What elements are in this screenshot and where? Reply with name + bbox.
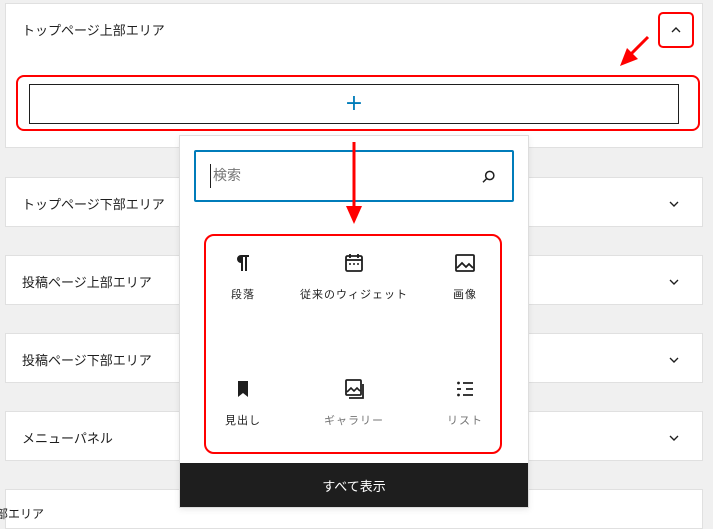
chevron-up-icon xyxy=(671,27,681,33)
panel-title: トップページ下部エリア xyxy=(22,198,165,213)
calendar-widget-icon xyxy=(342,251,366,275)
panel-title: メニューパネル xyxy=(22,432,113,447)
add-block-button[interactable]: + xyxy=(29,84,679,124)
block-list[interactable]: リスト xyxy=(410,377,520,431)
widget-area-panel-top-upper: トップページ上部エリア + xyxy=(5,3,703,148)
panel-title: トップページ上部エリア xyxy=(22,24,165,39)
bookmark-heading-icon xyxy=(231,377,255,401)
block-label: リスト xyxy=(447,414,483,427)
block-heading[interactable]: 見出し xyxy=(188,377,298,431)
search-box[interactable] xyxy=(194,150,514,202)
paragraph-icon xyxy=(231,251,255,275)
block-inserter-popover: 段落 従来のウィジェット 画像 見出し ギャラリー リスト すべて表示 xyxy=(179,135,529,508)
chevron-down-icon[interactable] xyxy=(666,430,682,446)
block-label: 画像 xyxy=(453,288,477,301)
block-paragraph[interactable]: 段落 xyxy=(188,251,298,305)
block-legacy-widget[interactable]: 従来のウィジェット xyxy=(299,251,409,305)
footer-partial-text: 部エリア xyxy=(0,507,45,521)
block-gallery[interactable]: ギャラリー xyxy=(299,377,409,431)
search-input[interactable] xyxy=(210,164,463,188)
collapse-toggle-button[interactable] xyxy=(658,12,694,48)
list-icon xyxy=(453,377,477,401)
block-image[interactable]: 画像 xyxy=(410,251,520,305)
plus-icon: + xyxy=(344,91,364,116)
gallery-icon xyxy=(342,377,366,401)
block-label: 従来のウィジェット xyxy=(300,288,408,301)
panel-title: 投稿ページ上部エリア xyxy=(22,276,152,291)
chevron-down-icon[interactable] xyxy=(666,352,682,368)
block-label: 段落 xyxy=(231,288,255,301)
image-icon xyxy=(453,251,477,275)
block-label: ギャラリー xyxy=(324,414,384,427)
show-all-button[interactable]: すべて表示 xyxy=(180,463,528,507)
chevron-down-icon[interactable] xyxy=(666,196,682,212)
block-label: 見出し xyxy=(225,414,261,427)
search-icon xyxy=(480,168,498,186)
chevron-down-icon[interactable] xyxy=(666,274,682,290)
panel-title: 投稿ページ下部エリア xyxy=(22,354,152,369)
